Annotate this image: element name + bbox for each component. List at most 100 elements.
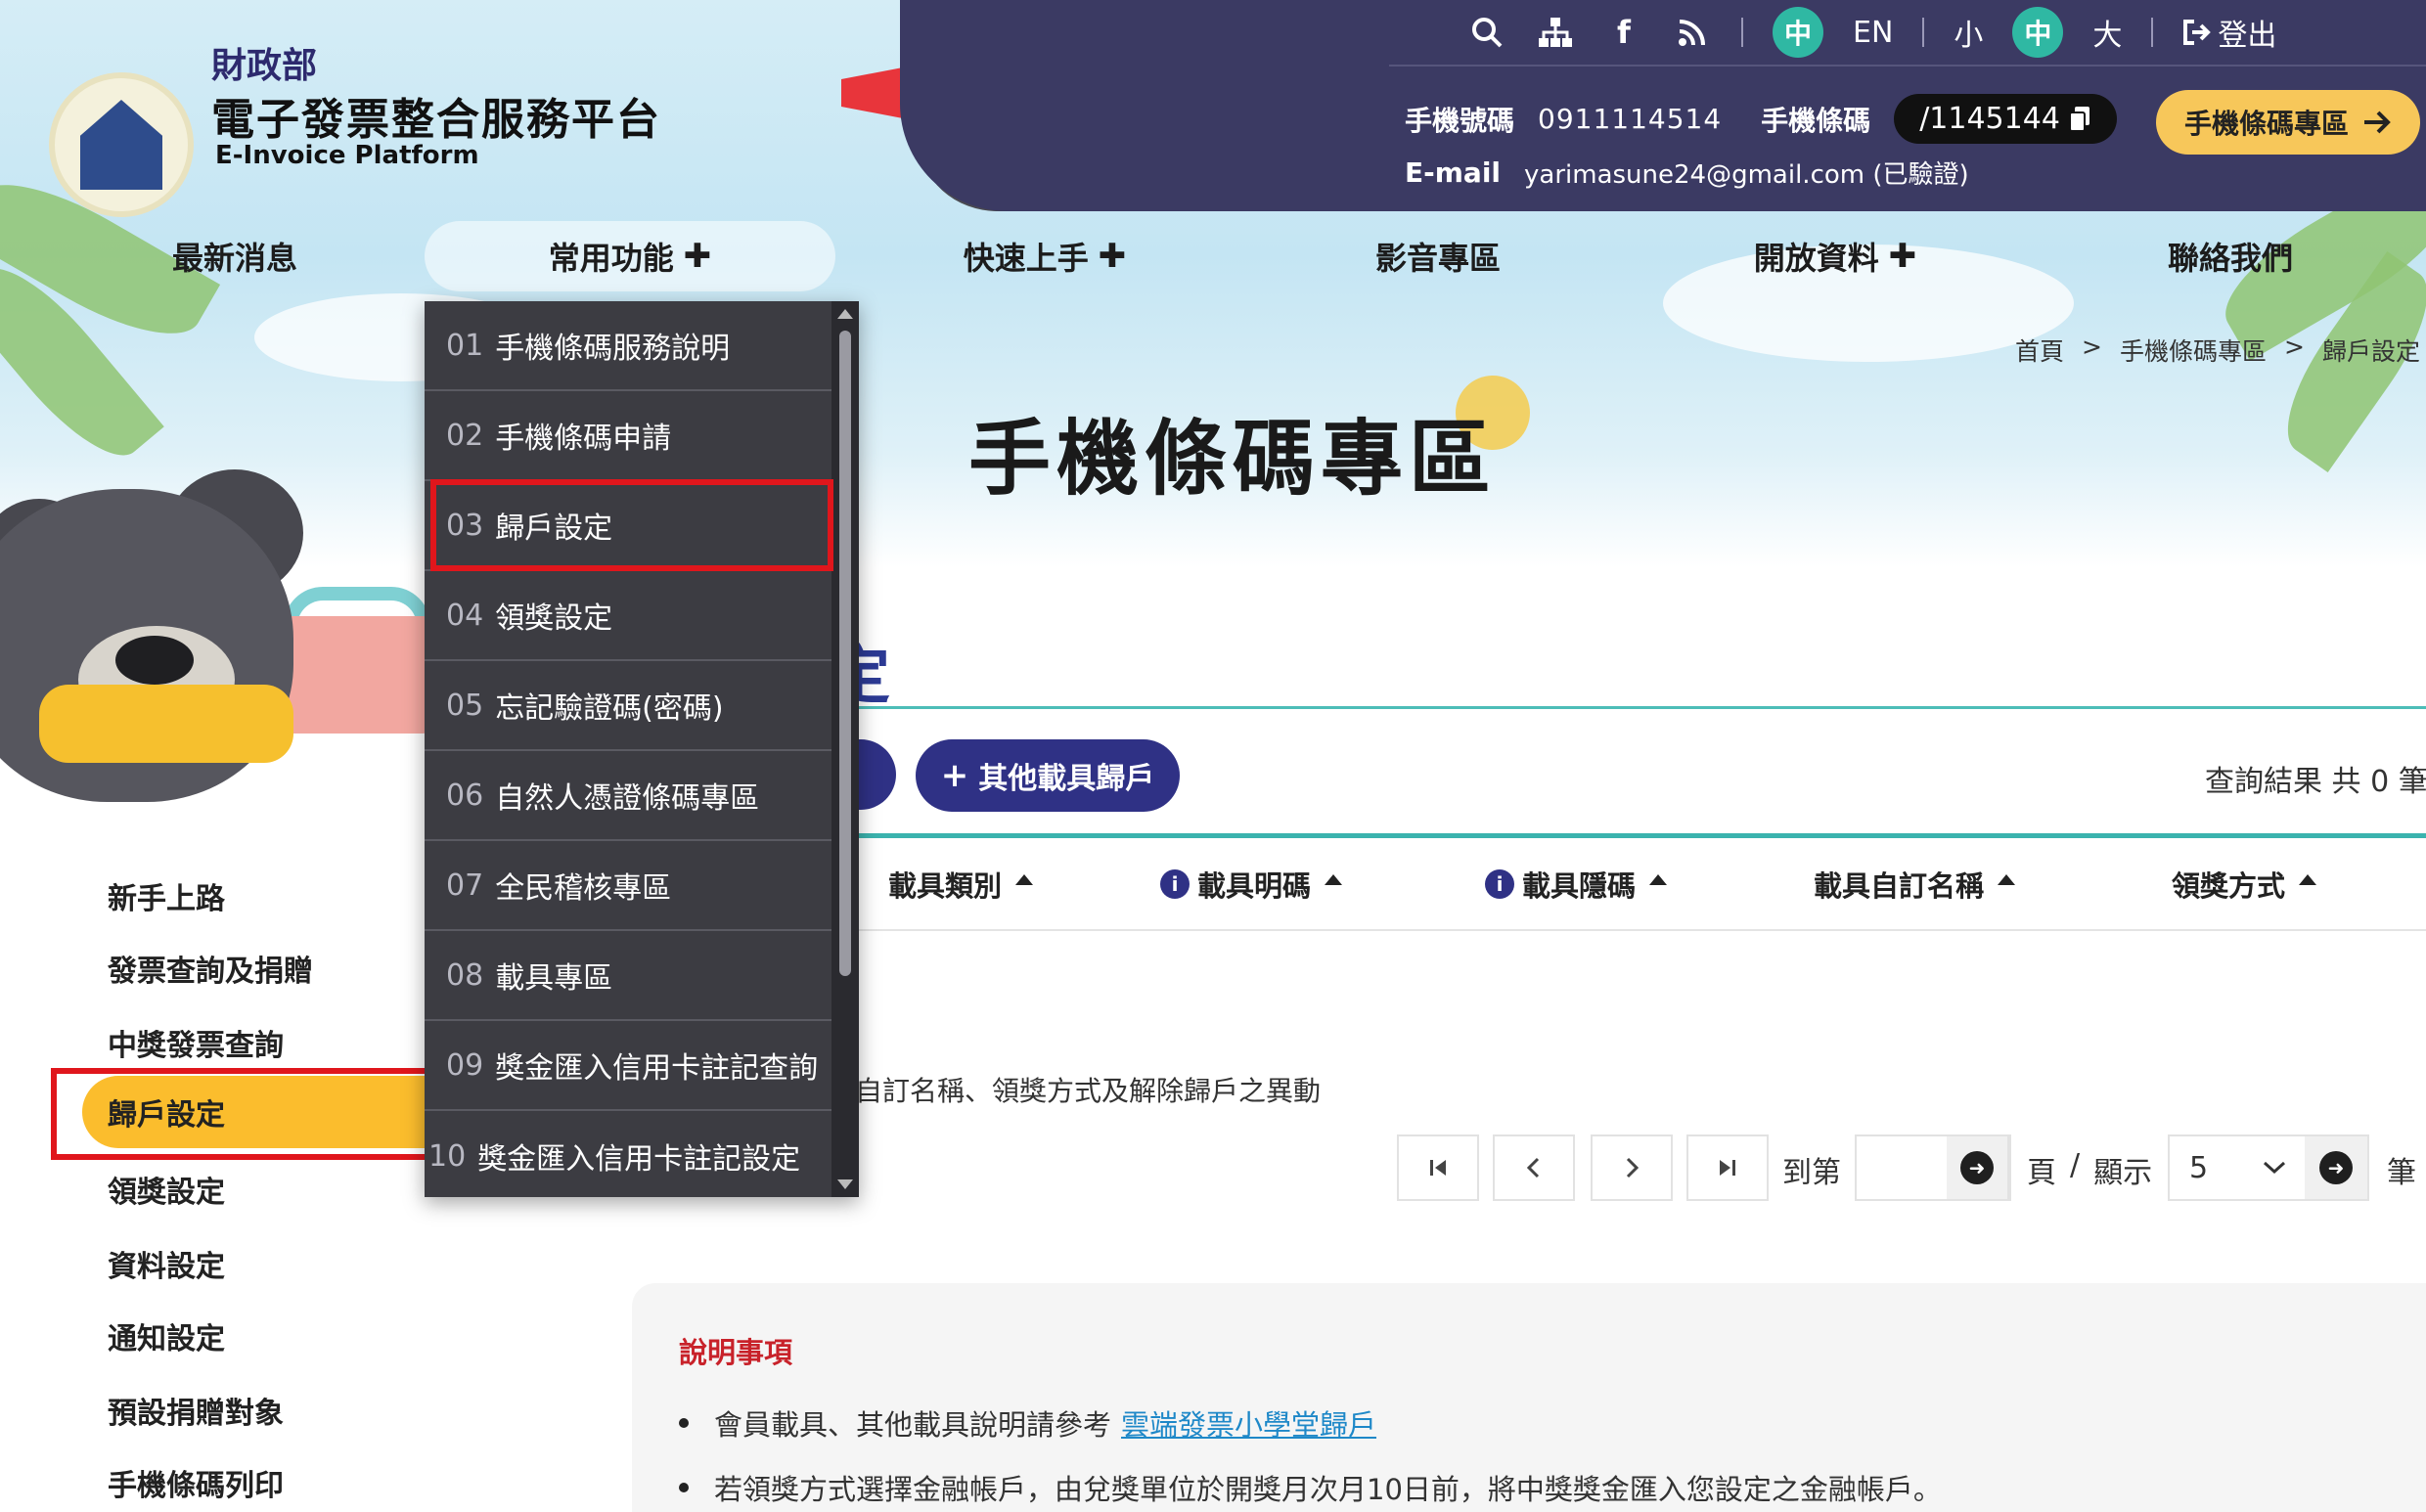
breadcrumb-zone[interactable]: 手機條碼專區 bbox=[2120, 333, 2267, 368]
ministry-logo[interactable] bbox=[49, 72, 194, 217]
column-label: 載具自訂名稱 bbox=[1814, 869, 1985, 903]
dropdown-item-credit-card-setting[interactable]: 10 獎金匯入信用卡註記設定 bbox=[425, 1111, 831, 1201]
column-label: 載具隱碼 bbox=[1522, 869, 1637, 903]
dropdown-item-service-info[interactable]: 01 手機條碼服務說明 bbox=[425, 301, 831, 391]
notes-item-text: 會員載具、其他載具說明請參考 bbox=[714, 1408, 1112, 1442]
sidebar-item-barcode-print[interactable]: 手機條碼列印 bbox=[108, 1461, 284, 1504]
column-header-prize-method[interactable]: 領獎方式 bbox=[2172, 864, 2317, 905]
first-page-button[interactable] bbox=[1397, 1134, 1479, 1201]
next-page-button[interactable] bbox=[1591, 1134, 1673, 1201]
nav-item-video[interactable]: 影音專區 bbox=[1301, 221, 1575, 291]
sidebar-item-winning-query[interactable]: 中獎發票查詢 bbox=[108, 1021, 284, 1064]
last-page-icon bbox=[1720, 1160, 1735, 1176]
nav-item-news[interactable]: 最新消息 bbox=[98, 221, 372, 291]
dropdown-item-number: 08 bbox=[446, 957, 484, 993]
info-icon[interactable]: i bbox=[1485, 869, 1514, 899]
logout-button[interactable]: 登出 bbox=[2182, 11, 2276, 54]
plus-icon: + bbox=[940, 756, 969, 795]
barcode-zone-button[interactable]: 手機條碼專區 bbox=[2156, 90, 2420, 155]
column-label: 載具類別 bbox=[888, 869, 1003, 903]
font-medium-button[interactable]: 中 bbox=[2012, 7, 2064, 58]
user-email-row: E-mail yarimasune24@gmail.com (已驗證) bbox=[1405, 155, 1969, 191]
sidebar-item-getting-started[interactable]: 新手上路 bbox=[108, 874, 225, 917]
sidebar-item-default-donation[interactable]: 預設捐贈對象 bbox=[108, 1389, 284, 1432]
scroll-down-arrow-icon[interactable] bbox=[837, 1179, 853, 1189]
dropdown-item-citizen-cert[interactable]: 06 自然人憑證條碼專區 bbox=[425, 751, 831, 841]
column-header-plain-code[interactable]: i 載具明碼 bbox=[1160, 864, 1343, 905]
pager-slash: / bbox=[2070, 1148, 2081, 1182]
sort-caret-icon bbox=[1015, 873, 1034, 885]
dropdown-scrollbar[interactable] bbox=[831, 301, 859, 1197]
dropdown-item-label: 手機條碼服務說明 bbox=[495, 332, 731, 366]
gift-box-decoration bbox=[284, 616, 430, 734]
facebook-icon[interactable]: f bbox=[1604, 13, 1643, 52]
dropdown-item-number: 04 bbox=[446, 598, 484, 633]
notes-item: 若領獎方式選擇金融帳戶，由兌獎單位於開獎月次月10日前，將中獎獎金匯入您設定之金… bbox=[679, 1467, 1942, 1508]
lang-en-button[interactable]: EN bbox=[1853, 16, 1893, 50]
sort-caret-icon bbox=[1649, 873, 1668, 885]
sitemap-icon[interactable] bbox=[1536, 13, 1575, 52]
page-size-select[interactable]: 5 bbox=[2168, 1134, 2307, 1201]
nav-item-contact[interactable]: 聯絡我們 bbox=[2093, 221, 2367, 291]
column-header-hidden-code[interactable]: i 載具隱碼 bbox=[1485, 864, 1668, 905]
scrollbar-thumb[interactable] bbox=[839, 331, 851, 976]
dropdown-item-prize-setting[interactable]: 04 領獎設定 bbox=[425, 571, 831, 661]
dropdown-item-label: 獎金匯入信用卡註記查詢 bbox=[495, 1051, 819, 1086]
dropdown-item-audit-zone[interactable]: 07 全民稽核專區 bbox=[425, 841, 831, 931]
breadcrumb-home[interactable]: 首頁 bbox=[2015, 333, 2064, 368]
last-page-button[interactable] bbox=[1686, 1134, 1769, 1201]
page-size-go-button[interactable]: ➜ bbox=[2305, 1134, 2369, 1201]
sidebar-item-invoice-query[interactable]: 發票查詢及捐贈 bbox=[108, 947, 313, 990]
dropdown-item-forgot-code[interactable]: 05 忘記驗證碼(密碼) bbox=[425, 661, 831, 751]
dropdown-item-label: 忘記驗證碼(密碼) bbox=[495, 691, 724, 726]
help-link[interactable]: 雲端發票小學堂歸戶 bbox=[1121, 1402, 1376, 1444]
arrow-circle-right-icon: ➜ bbox=[2319, 1151, 2353, 1184]
column-header-custom-name[interactable]: 載具自訂名稱 bbox=[1814, 864, 2016, 905]
mascot-nose bbox=[115, 636, 194, 685]
arrow-circle-right-icon: ➜ bbox=[1960, 1151, 1994, 1184]
sidebar-item-prize-setting[interactable]: 領獎設定 bbox=[108, 1168, 225, 1211]
info-icon[interactable]: i bbox=[1160, 869, 1190, 899]
nav-item-label: 快速上手 bbox=[963, 240, 1089, 277]
nav-item-label: 聯絡我們 bbox=[2167, 240, 2293, 277]
logo-emblem bbox=[80, 100, 162, 190]
records-unit-label: 筆 bbox=[2387, 1156, 2416, 1190]
dropdown-item-barcode-apply[interactable]: 02 手機條碼申請 bbox=[425, 391, 831, 481]
notes-item: 會員載具、其他載具說明請參考 雲端發票小學堂歸戶 bbox=[679, 1402, 1376, 1444]
sidebar-item-data-setting[interactable]: 資料設定 bbox=[108, 1242, 225, 1285]
other-carrier-button[interactable]: + 其他載具歸戶 bbox=[916, 739, 1180, 812]
dropdown-item-credit-card-query[interactable]: 09 獎金匯入信用卡註記查詢 bbox=[425, 1021, 831, 1111]
nav-item-label: 影音專區 bbox=[1374, 240, 1501, 277]
dropdown-item-number: 07 bbox=[446, 867, 484, 903]
breadcrumb: 首頁 > 手機條碼專區 > 歸戶設定 bbox=[2015, 333, 2420, 368]
nav-item-common-functions[interactable]: 常用功能 ✚ bbox=[425, 221, 835, 291]
notes-panel: 說明事項 會員載具、其他載具說明請參考 雲端發票小學堂歸戶 若領獎方式選擇金融帳… bbox=[632, 1283, 2426, 1512]
user-info-row: 手機號碼 0911114514 手機條碼 /1145144 bbox=[1405, 94, 2117, 144]
notes-item-text: 若領獎方式選擇金融帳戶，由兌獎單位於開獎月次月10日前，將中獎獎金匯入您設定之金… bbox=[714, 1473, 1942, 1506]
page-go-button[interactable]: ➜ bbox=[1947, 1134, 2009, 1201]
brand-platform-name[interactable]: 電子發票整合服務平台 bbox=[211, 84, 661, 147]
rss-icon[interactable] bbox=[1673, 13, 1712, 52]
dropdown-item-carrier-zone[interactable]: 08 載具專區 bbox=[425, 931, 831, 1021]
font-large-button[interactable]: 大 bbox=[2092, 11, 2122, 54]
email-label: E-mail bbox=[1405, 156, 1502, 189]
phone-label: 手機號碼 bbox=[1405, 104, 1515, 137]
sidebar-item-notification[interactable]: 通知設定 bbox=[108, 1314, 225, 1357]
notes-title: 說明事項 bbox=[679, 1336, 793, 1369]
nav-item-open-data[interactable]: 開放資料 ✚ bbox=[1698, 221, 1972, 291]
nav-item-label: 開放資料 bbox=[1753, 240, 1879, 277]
barcode-copy-pill[interactable]: /1145144 bbox=[1894, 94, 2117, 144]
lang-zh-button[interactable]: 中 bbox=[1773, 7, 1823, 58]
page-size-value: 5 bbox=[2189, 1150, 2209, 1185]
breadcrumb-separator: > bbox=[2283, 333, 2305, 361]
toolbar-divider bbox=[1741, 18, 1743, 47]
dropdown-item-label: 全民稽核專區 bbox=[495, 871, 672, 906]
barcode-label: 手機條碼 bbox=[1761, 104, 1871, 137]
goto-label: 到第 bbox=[1782, 1156, 1841, 1190]
scroll-up-arrow-icon[interactable] bbox=[837, 309, 853, 319]
prev-page-button[interactable] bbox=[1493, 1134, 1575, 1201]
nav-item-quick-start[interactable]: 快速上手 ✚ bbox=[908, 221, 1182, 291]
font-small-button[interactable]: 小 bbox=[1954, 11, 1983, 54]
column-header-type[interactable]: 載具類別 bbox=[888, 864, 1034, 905]
search-icon[interactable] bbox=[1467, 13, 1506, 52]
